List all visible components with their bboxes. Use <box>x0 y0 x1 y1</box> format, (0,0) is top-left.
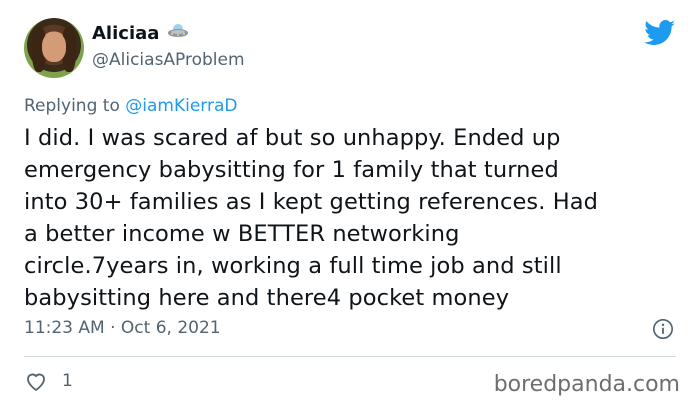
user-handle[interactable]: @AliciasAProblem <box>92 50 245 70</box>
tweet-line: circle.7years in, working a full time jo… <box>24 253 562 279</box>
replying-to: Replying to @iamKierraD <box>24 96 237 116</box>
divider <box>24 356 676 357</box>
avatar[interactable] <box>24 18 84 78</box>
twitter-bird-icon[interactable] <box>644 20 676 46</box>
display-name-row[interactable]: Aliciaa <box>92 22 189 45</box>
ufo-emoji-icon <box>167 22 189 45</box>
replying-to-link[interactable]: @iamKierraD <box>125 96 237 116</box>
tweet-body: I did. I was scared af but so unhappy. E… <box>24 122 684 314</box>
tweet-line: I did. I was scared af but so unhappy. E… <box>24 125 561 151</box>
tweet-line: into 30+ families as I kept getting refe… <box>24 189 599 215</box>
tweet-line: a better income w BETTER networking <box>24 221 460 247</box>
tweet-date: Oct 6, 2021 <box>120 318 221 338</box>
tweet-line: emergency babysitting for 1 family that … <box>24 157 559 183</box>
tweet-timestamp[interactable]: 11:23 AM · Oct 6, 2021 <box>24 318 221 338</box>
replying-to-prefix: Replying to <box>24 96 120 116</box>
like-button[interactable]: 1 <box>24 370 73 392</box>
watermark: boredpanda.com <box>493 372 680 397</box>
timestamp-separator: · <box>110 318 116 338</box>
tweet-card: Aliciaa @AliciasAProblem Replying to @ia… <box>0 0 700 410</box>
tweet-time: 11:23 AM <box>24 318 105 338</box>
like-count: 1 <box>62 371 73 391</box>
info-icon[interactable] <box>652 318 674 340</box>
tweet-line: babysitting here and there4 pocket money <box>24 285 510 311</box>
display-name[interactable]: Aliciaa <box>92 23 159 44</box>
avatar-face <box>42 32 66 62</box>
heart-icon <box>27 373 45 391</box>
